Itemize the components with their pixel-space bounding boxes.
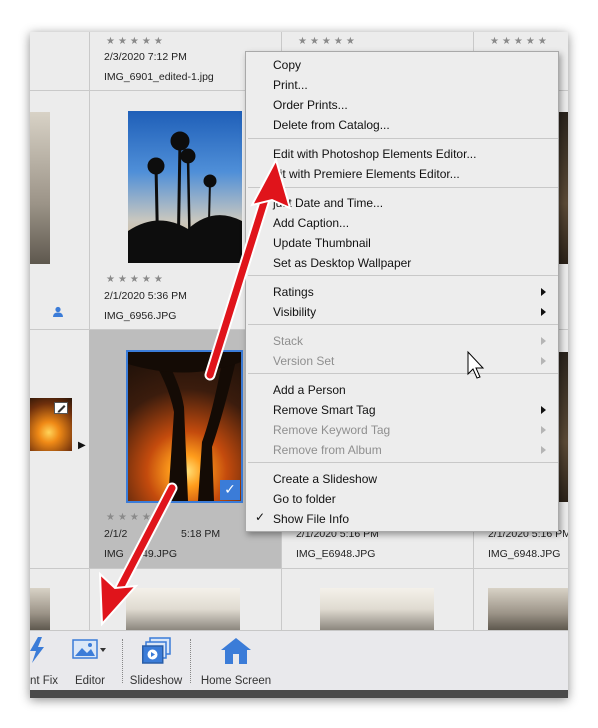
instant-fix-label: nt Fix — [30, 675, 59, 687]
menu-separator — [248, 373, 558, 374]
slideshow-button[interactable]: Slideshow — [126, 633, 186, 689]
photo-thumbnail[interactable] — [128, 111, 242, 263]
menu-item-add-person[interactable]: Add a Person — [273, 383, 346, 397]
menu-item-edit-premiere[interactable]: dit with Premiere Elements Editor... — [273, 167, 460, 181]
menu-item-desktop-wallpaper[interactable]: Set as Desktop Wallpaper — [273, 256, 411, 270]
submenu-arrow-icon — [541, 357, 546, 365]
menu-item-copy[interactable]: Copy — [273, 58, 301, 72]
instant-fix-button[interactable]: nt Fix — [30, 633, 64, 689]
menu-separator — [248, 138, 558, 139]
photo-filename: IMG_6948.JPG — [488, 548, 561, 560]
lightning-icon — [30, 637, 44, 663]
photo-filename: IMG_E6948.JPG — [296, 548, 376, 560]
photo-date: 2/3/2020 7:12 PM — [104, 51, 187, 63]
menu-item-order-prints[interactable]: Order Prints... — [273, 98, 348, 112]
editor-icon — [72, 639, 106, 659]
toolbar-separator — [190, 639, 191, 683]
menu-separator — [248, 324, 558, 325]
checkmark-icon[interactable]: ✓ — [220, 480, 240, 500]
menu-item-show-file-info[interactable]: Show File Info — [273, 512, 349, 526]
photo-thumbnail[interactable] — [320, 588, 434, 630]
rating-stars[interactable]: ★★★★★ — [490, 36, 550, 47]
home-icon — [221, 638, 251, 664]
rating-stars[interactable]: ★★★★★ — [106, 512, 166, 523]
menu-item-go-to-folder[interactable]: Go to folder — [273, 492, 336, 506]
submenu-arrow-icon — [541, 426, 546, 434]
home-screen-button[interactable]: Home Screen — [196, 633, 276, 689]
menu-item-version-set: Version Set — [273, 354, 335, 368]
bottom-toolbar: nt Fix Editor Slideshow Home Screen — [30, 630, 568, 690]
rating-stars[interactable]: ★★★★★ — [106, 274, 166, 285]
menu-item-update-thumbnail[interactable]: Update Thumbnail — [273, 236, 371, 250]
palm-trees-silhouette — [128, 131, 242, 263]
menu-item-remove-keyword-tag: Remove Keyword Tag — [273, 423, 391, 437]
menu-separator — [248, 462, 558, 463]
toolbar-separator — [122, 639, 123, 683]
menu-item-edit-photoshop[interactable]: Edit with Photoshop Elements Editor... — [273, 147, 476, 161]
menu-item-create-slideshow[interactable]: Create a Slideshow — [273, 472, 377, 486]
slideshow-icon — [142, 637, 171, 664]
photo-filename-tail: 49.JPG — [142, 548, 178, 560]
home-screen-label: Home Screen — [200, 675, 272, 687]
editor-label: Editor — [74, 675, 106, 687]
photo-filename: IMG — [104, 548, 124, 560]
menu-item-remove-from-album: Remove from Album — [273, 443, 382, 457]
menu-item-delete-from-catalog[interactable]: Delete from Catalog... — [273, 118, 390, 132]
menu-item-print[interactable]: Print... — [273, 78, 308, 92]
grid-divider — [30, 568, 568, 569]
menu-item-ratings[interactable]: Ratings — [273, 285, 314, 299]
submenu-arrow-icon — [541, 406, 546, 414]
checkmark-icon: ✓ — [255, 510, 266, 524]
photo-filename: IMG_6901_edited-1.jpg — [104, 71, 214, 83]
menu-item-stack: Stack — [273, 334, 304, 348]
person-icon[interactable] — [52, 306, 64, 318]
menu-item-remove-smart-tag[interactable]: Remove Smart Tag — [273, 403, 376, 417]
rating-stars[interactable]: ★★★★★ — [106, 36, 166, 47]
slideshow-label: Slideshow — [129, 675, 183, 687]
menu-separator — [248, 187, 558, 188]
menu-separator — [248, 275, 558, 276]
photo-thumbnail[interactable] — [30, 112, 50, 264]
submenu-arrow-icon — [541, 308, 546, 316]
window-bottom-edge — [30, 690, 568, 698]
editor-button[interactable]: Editor — [66, 633, 114, 689]
stack-expand-icon[interactable]: ▶ — [78, 440, 86, 451]
rating-stars[interactable]: ★★★★★ — [298, 36, 358, 47]
menu-item-visibility[interactable]: Visibility — [273, 305, 316, 319]
photo-date-tail: 5:18 PM — [181, 528, 221, 540]
photo-filename: IMG_6956.JPG — [104, 310, 177, 322]
context-menu: Copy Print... Order Prints... Delete fro… — [245, 51, 559, 532]
photo-thumbnail[interactable] — [126, 588, 240, 630]
photo-date: 2/1/2020 5:36 PM — [104, 290, 187, 302]
photo-thumbnail[interactable] — [488, 588, 568, 630]
submenu-arrow-icon — [541, 337, 546, 345]
submenu-arrow-icon — [541, 288, 546, 296]
submenu-arrow-icon — [541, 446, 546, 454]
menu-item-add-caption[interactable]: Add Caption... — [273, 216, 349, 230]
photo-date: 2/1/2 — [104, 528, 128, 540]
edit-badge-icon — [54, 402, 68, 414]
menu-item-adjust-date[interactable]: just Date and Time... — [273, 196, 383, 210]
photo-thumbnail[interactable] — [30, 588, 50, 630]
